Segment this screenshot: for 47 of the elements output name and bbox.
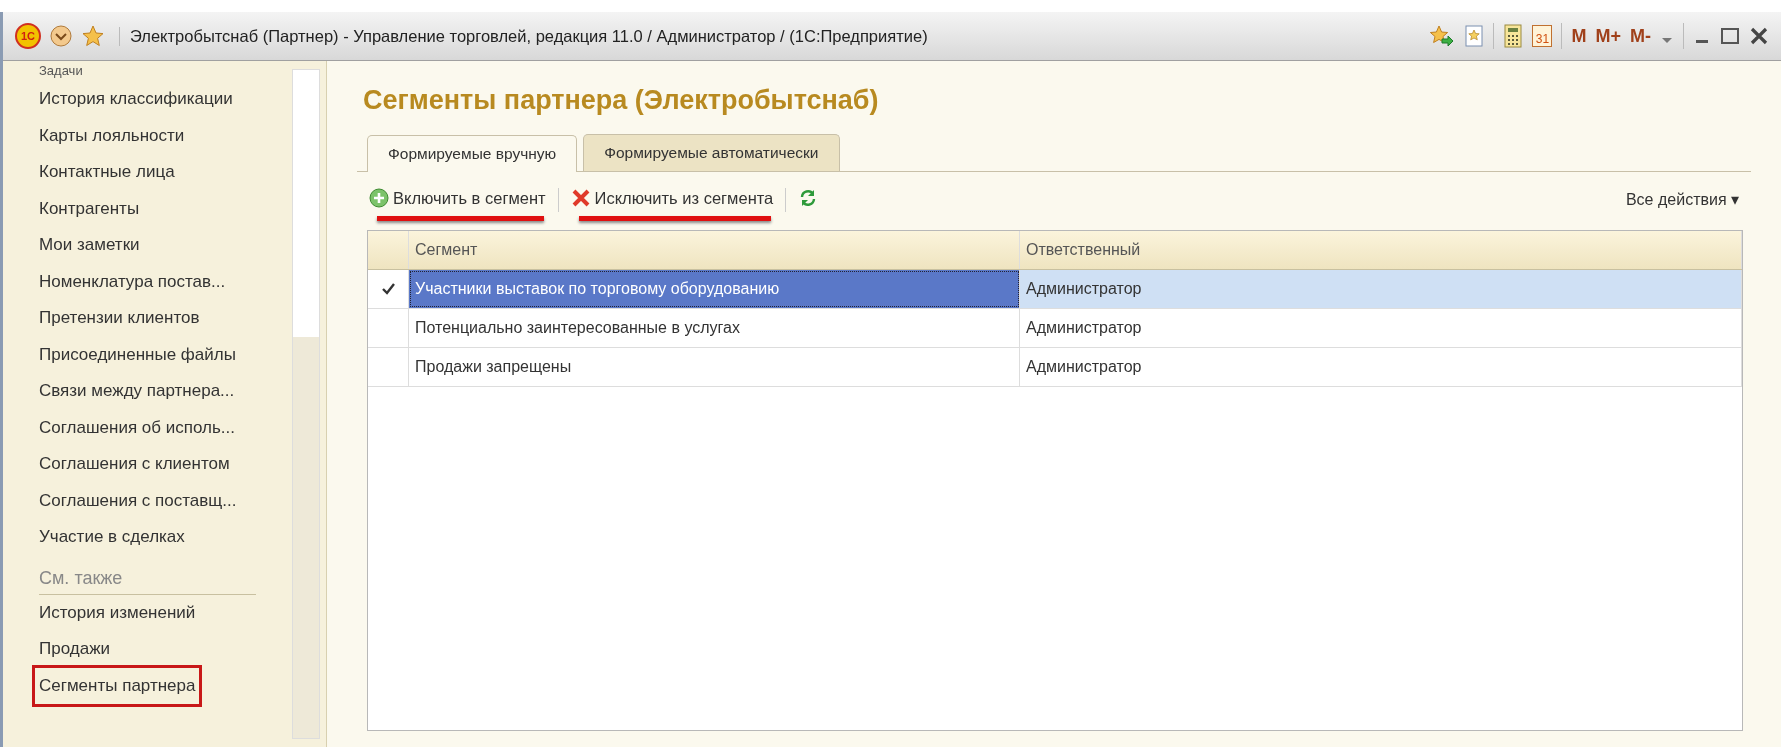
sidebar-link[interactable]: Карты лояльности <box>35 117 189 154</box>
tab[interactable]: Формируемые автоматически <box>583 134 840 171</box>
sidebar-link[interactable]: Контрагенты <box>35 190 144 227</box>
toolbar-button[interactable]: Исключить из сегмента <box>568 186 776 210</box>
form-title: Сегменты партнера (Электробытснаб) <box>363 85 880 116</box>
star-arrow-icon[interactable] <box>1429 24 1456 48</box>
column-header[interactable]: Ответственный <box>1020 231 1742 269</box>
section-heading: См. также <box>39 555 256 595</box>
sidebar-link[interactable]: Претензии клиентов <box>35 300 204 337</box>
window-title: Электробытснаб (Партнер) - Управление торговлей, редакция 11.0 / Администратор / (1С:Предприятие) <box>119 26 928 46</box>
sidebar-link[interactable]: Номенклатура постав... <box>35 263 230 300</box>
sidebar-link[interactable]: История классификации <box>35 81 237 118</box>
all-actions-menu[interactable]: Все действия ▾ <box>1621 186 1743 213</box>
sidebar-link[interactable]: Сегменты партнера <box>35 667 200 704</box>
column-header[interactable]: Сегмент <box>409 231 1020 269</box>
table-cell[interactable]: Продажи запрещены <box>409 348 1020 386</box>
sidebar-link[interactable]: Соглашения об исполь... <box>35 409 239 446</box>
sidebar-link[interactable]: Соглашения с клиентом <box>35 446 234 483</box>
table-cell[interactable]: Администратор <box>1020 270 1742 308</box>
sidebar-link[interactable]: Присоединенные файлы <box>35 336 240 373</box>
calculator-icon[interactable] <box>1503 24 1524 48</box>
close-icon[interactable] <box>1749 26 1769 46</box>
sidebar-link[interactable]: Контактные лица <box>35 154 179 191</box>
star-icon[interactable] <box>81 24 105 48</box>
bookmark-icon[interactable] <box>1464 25 1485 47</box>
calendar-button[interactable]: 31 <box>1532 25 1553 47</box>
sidebar-link[interactable]: История изменений <box>35 594 200 631</box>
sidebar-link[interactable]: Связи между партнера... <box>35 373 239 410</box>
tab[interactable]: Формируемые вручную <box>367 135 578 172</box>
memory-button[interactable]: M <box>1571 25 1587 47</box>
table-cell[interactable]: Потенциально заинтересованные в услугах <box>409 309 1020 347</box>
memory-button[interactable]: M- <box>1630 25 1651 47</box>
maximize-icon[interactable] <box>1720 26 1740 46</box>
cross-icon <box>570 188 591 208</box>
sidebar-link[interactable]: Задачи <box>35 61 87 81</box>
sidebar-link[interactable]: Соглашения с поставщ... <box>35 482 241 519</box>
memory-button[interactable]: M+ <box>1595 25 1621 47</box>
sidebar-link[interactable]: Мои заметки <box>35 227 144 264</box>
add-icon <box>369 188 389 208</box>
table-cell[interactable]: Участники выставок по торговому оборудованию <box>409 270 1020 308</box>
table-cell[interactable]: Администратор <box>1020 309 1742 347</box>
toolbar-button[interactable]: Включить в сегмент <box>367 186 548 210</box>
dropdown-icon[interactable] <box>49 24 73 48</box>
scrollbar[interactable] <box>292 69 320 739</box>
sidebar-link[interactable]: Участие в сделках <box>35 519 189 556</box>
sidebar-link[interactable]: Продажи <box>35 631 114 668</box>
table-cell[interactable]: Администратор <box>1020 348 1742 386</box>
